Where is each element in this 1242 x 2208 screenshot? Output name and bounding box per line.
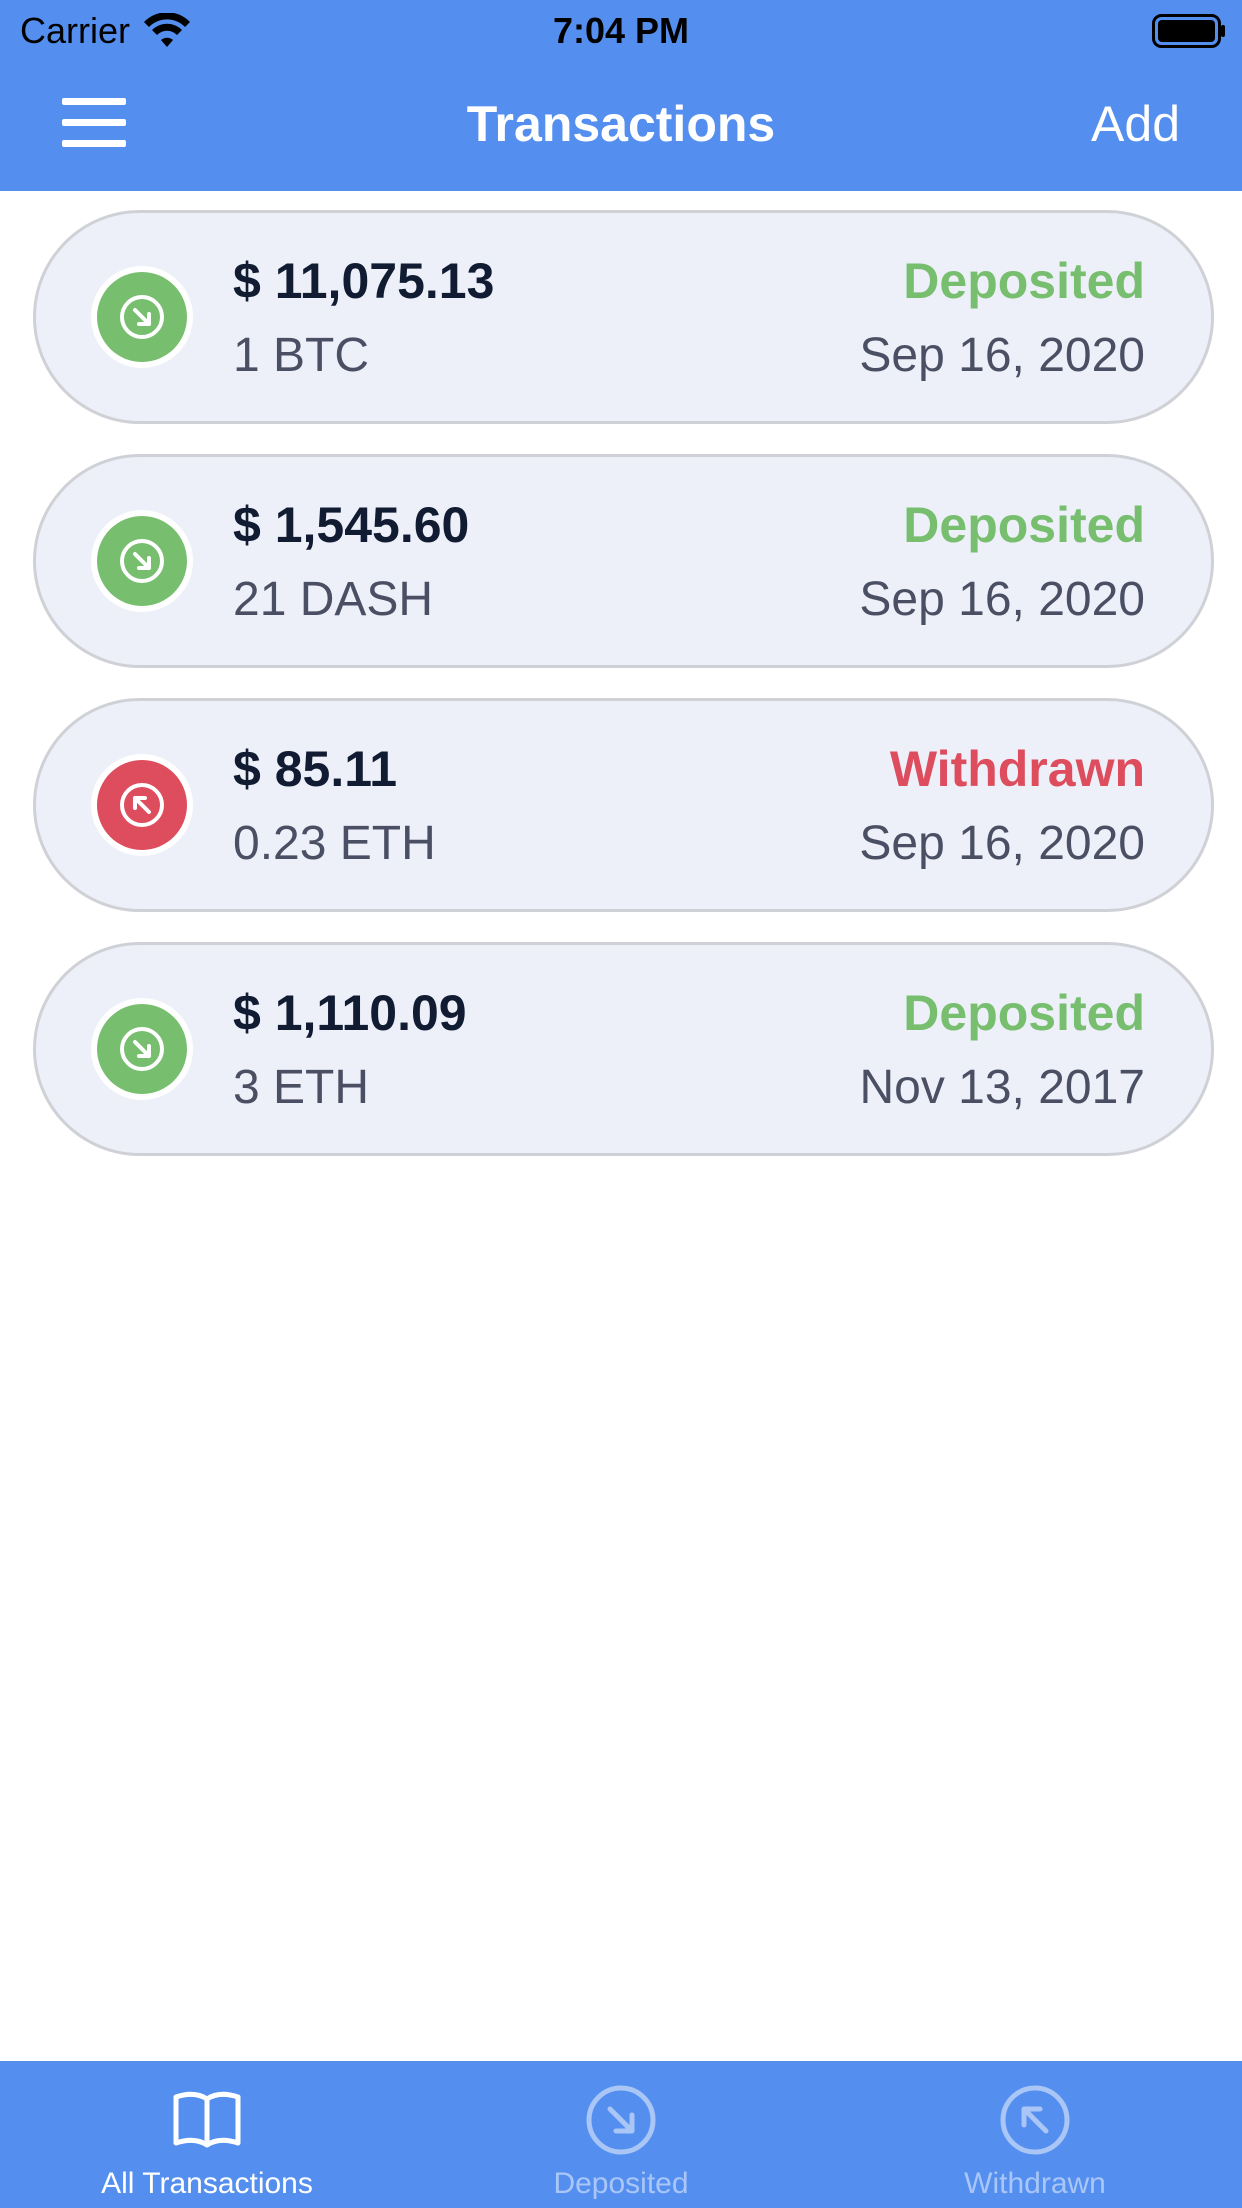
arrow-up-left-circle-icon xyxy=(1000,2085,1070,2155)
tab-all-transactions[interactable]: All Transactions xyxy=(0,2061,414,2208)
arrow-down-right-icon xyxy=(120,295,164,339)
add-button[interactable]: Add xyxy=(1091,92,1180,156)
arrow-down-right-circle-icon xyxy=(91,266,193,368)
crypto-quantity: 1 BTC xyxy=(233,329,370,382)
battery-icon xyxy=(1152,14,1225,48)
page-title: Transactions xyxy=(466,96,776,152)
arrow-down-right-circle-icon xyxy=(91,510,193,612)
arrow-down-right-icon xyxy=(120,539,164,583)
transaction-amount: $ 11,075.13 xyxy=(233,253,495,309)
transaction-card[interactable]: $ 11,075.13 1 BTC Deposited Sep 16, 2020 xyxy=(33,210,1214,424)
status-icon-circle xyxy=(97,516,187,606)
transaction-date: Nov 13, 2017 xyxy=(859,1061,1145,1114)
clock: 7:04 PM xyxy=(552,10,690,51)
transaction-status: Deposited xyxy=(903,985,1145,1041)
status-bar: Carrier 7:04 PM xyxy=(0,0,1242,62)
tab-deposited[interactable]: Deposited xyxy=(414,2061,828,2208)
arrow-up-left-circle-icon xyxy=(91,754,193,856)
status-icon-circle xyxy=(97,1004,187,1094)
crypto-quantity: 3 ETH xyxy=(233,1061,370,1114)
tab-withdrawn[interactable]: Withdrawn xyxy=(828,2061,1242,2208)
arrow-down-right-icon xyxy=(120,1027,164,1071)
tab-label: Deposited xyxy=(553,2167,689,2200)
transaction-card[interactable]: $ 1,110.09 3 ETH Deposited Nov 13, 2017 xyxy=(33,942,1214,1156)
transaction-card[interactable]: $ 1,545.60 21 DASH Deposited Sep 16, 2020 xyxy=(33,454,1214,668)
transaction-status: Deposited xyxy=(903,253,1145,309)
arrow-down-right-circle-icon xyxy=(91,998,193,1100)
transaction-date: Sep 16, 2020 xyxy=(859,817,1145,870)
transaction-amount: $ 1,545.60 xyxy=(233,497,470,553)
transaction-status: Withdrawn xyxy=(889,741,1145,797)
transaction-status: Deposited xyxy=(903,497,1145,553)
crypto-quantity: 0.23 ETH xyxy=(233,817,436,870)
arrow-up-left-icon xyxy=(120,783,164,827)
transaction-list: $ 11,075.13 1 BTC Deposited Sep 16, 2020 $ 1… xyxy=(33,210,1214,1186)
transaction-amount: $ 1,110.09 xyxy=(233,985,467,1041)
top-bar: Carrier 7:04 PM Transactions Add xyxy=(0,0,1242,191)
status-icon-circle xyxy=(97,272,187,362)
tab-label: Withdrawn xyxy=(964,2167,1106,2200)
tab-label: All Transactions xyxy=(101,2167,313,2200)
tab-bar: All Transactions Deposited Withdrawn xyxy=(0,2061,1242,2208)
crypto-quantity: 21 DASH xyxy=(233,573,434,626)
arrow-down-right-circle-icon xyxy=(586,2085,656,2155)
status-icon-circle xyxy=(97,760,187,850)
transaction-amount: $ 85.11 xyxy=(233,741,398,797)
transaction-date: Sep 16, 2020 xyxy=(859,329,1145,382)
transaction-date: Sep 16, 2020 xyxy=(859,573,1145,626)
transaction-card[interactable]: $ 85.11 0.23 ETH Withdrawn Sep 16, 2020 xyxy=(33,698,1214,912)
navigation-bar: Transactions Add xyxy=(0,62,1242,191)
open-book-icon xyxy=(173,2091,241,2148)
